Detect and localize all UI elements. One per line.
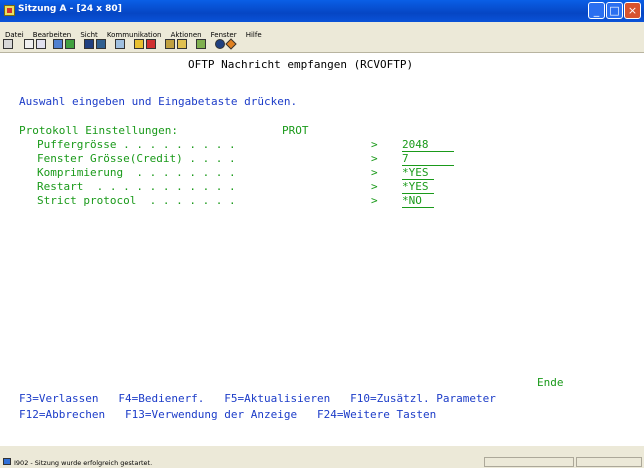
status-message: I902 - Sitzung wurde erfolgreich gestart… <box>14 459 153 467</box>
transfer2-icon[interactable] <box>146 39 156 49</box>
fenster-groesse-input[interactable]: 7 <box>402 152 454 166</box>
puffergroesse-input[interactable]: 2048 <box>402 138 454 152</box>
window-title: Sitzung A - [24 x 80] <box>18 4 122 14</box>
param-arrow: > <box>371 152 378 165</box>
function-keys-line-2: F12=Abbrechen F13=Verwendung der Anzeige… <box>19 408 437 421</box>
param-arrow: > <box>371 138 378 151</box>
puffergroesse-value[interactable]: 2048 <box>402 138 454 152</box>
strict-protocol-value[interactable]: *NO <box>402 194 434 208</box>
color-icon[interactable] <box>96 39 106 49</box>
fenster-groesse-value[interactable]: 7 <box>402 152 454 166</box>
minimize-button[interactable]: _ <box>588 2 605 19</box>
restart-value[interactable]: *YES <box>402 180 434 194</box>
param-arrow: > <box>371 166 378 179</box>
display-icon[interactable] <box>84 39 94 49</box>
restart-input[interactable]: *YES <box>402 180 434 194</box>
color-wheel-icon[interactable] <box>225 38 237 50</box>
strict-protocol-input[interactable]: *NO <box>402 194 434 208</box>
session-status-icon <box>3 458 11 465</box>
terminal-screen[interactable]: OFTP Nachricht empfangen (RCVOFTP) Auswa… <box>0 53 644 445</box>
param-arrow: > <box>371 194 378 207</box>
param-label-puffergroesse: Puffergrösse . . . . . . . . . <box>37 138 236 151</box>
status-pane <box>576 457 642 467</box>
close-button[interactable]: × <box>624 2 641 19</box>
copy-icon[interactable] <box>24 39 34 49</box>
maximize-button[interactable]: □ <box>606 2 623 19</box>
app-icon <box>4 5 15 16</box>
section-value: PROT <box>282 124 309 137</box>
help-icon[interactable] <box>215 39 225 49</box>
param-label-fenster-groesse: Fenster Grösse(Credit) . . . . <box>37 152 236 165</box>
param-label-restart: Restart . . . . . . . . . . . <box>37 180 236 193</box>
title-bar: Sitzung A - [24 x 80] _ □ × <box>0 0 644 22</box>
toolbar <box>0 37 644 53</box>
status-pane <box>484 457 574 467</box>
transfer-icon[interactable] <box>134 39 144 49</box>
ende-indicator: Ende <box>537 376 564 389</box>
edit-icon[interactable] <box>115 39 125 49</box>
print-icon[interactable] <box>3 39 13 49</box>
komprimierung-value[interactable]: *YES <box>402 166 434 180</box>
macro-icon[interactable] <box>165 39 175 49</box>
send-icon[interactable] <box>53 39 63 49</box>
section-label: Protokoll Einstellungen: <box>19 124 178 137</box>
param-label-strict-protocol: Strict protocol . . . . . . . <box>37 194 236 207</box>
status-bar: I902 - Sitzung wurde erfolgreich gestart… <box>0 445 644 468</box>
function-keys-line-1: F3=Verlassen F4=Bedienerf. F5=Aktualisie… <box>19 392 496 405</box>
macro2-icon[interactable] <box>177 39 187 49</box>
param-label-komprimierung: Komprimierung . . . . . . . . <box>37 166 236 179</box>
menu-bar: Datei Bearbeiten Sicht Kommunikation Akt… <box>0 22 644 39</box>
param-arrow: > <box>371 180 378 193</box>
keyboard-icon[interactable] <box>196 39 206 49</box>
instruction-text: Auswahl eingeben und Eingabetaste drücke… <box>19 95 298 108</box>
komprimierung-input[interactable]: *YES <box>402 166 434 180</box>
receive-icon[interactable] <box>65 39 75 49</box>
page-title: OFTP Nachricht empfangen (RCVOFTP) <box>188 58 414 71</box>
paste-icon[interactable] <box>36 39 46 49</box>
